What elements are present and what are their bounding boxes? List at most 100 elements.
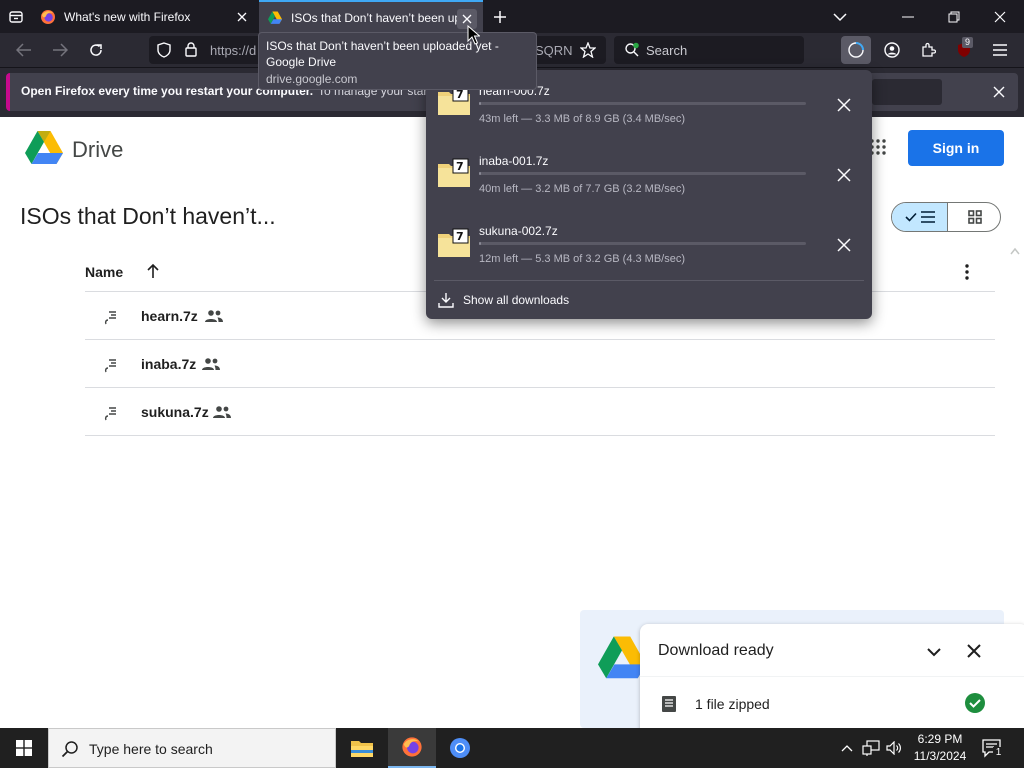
file-name: sukuna.7z — [141, 404, 209, 420]
back-icon[interactable] — [14, 40, 34, 60]
download-item[interactable]: 7 sukuna-002.7z 12m left — 5.3 MB of 3.2… — [426, 216, 872, 286]
tab-title: What's new with Firefox — [64, 9, 191, 24]
download-status: 40m left — 3.2 MB of 7.7 GB (3.2 MB/sec) — [479, 183, 686, 195]
download-progress-bar — [479, 172, 806, 175]
search-bar[interactable]: Search — [614, 36, 804, 64]
download-item[interactable]: 7 inaba-001.7z 40m left — 3.2 MB of 7.7 … — [426, 146, 872, 216]
download-progress-icon — [848, 42, 864, 58]
google-apps-grid-icon[interactable] — [870, 139, 886, 155]
check-icon — [904, 212, 917, 222]
search-bar-placeholder: Search — [646, 43, 688, 58]
lock-icon[interactable] — [185, 42, 197, 57]
svg-text:7: 7 — [456, 230, 464, 243]
new-tab-icon[interactable] — [490, 7, 510, 27]
taskbar-search-box[interactable]: Type here to search — [48, 728, 336, 768]
notification-close-icon[interactable] — [988, 81, 1010, 103]
show-all-downloads-button[interactable]: Show all downloads — [438, 288, 569, 312]
file-name: inaba.7z — [141, 356, 197, 372]
volume-icon[interactable] — [884, 728, 904, 768]
sign-in-button[interactable]: Sign in — [908, 130, 1004, 166]
tab-tooltip: ISOs that Don’t haven’t been uploaded ye… — [258, 32, 537, 90]
tracking-protection-shield-icon[interactable] — [157, 42, 171, 58]
toast-close-icon[interactable] — [966, 643, 982, 659]
forward-icon[interactable] — [50, 40, 70, 60]
tab-title: ISOs that Don’t haven’t been uploaded ye… — [291, 10, 459, 25]
archive-file-icon — [104, 359, 116, 373]
all-tabs-icon[interactable] — [6, 7, 26, 27]
download-ready-title: Download ready — [658, 642, 774, 659]
scroll-up-arrow-icon[interactable] — [1010, 247, 1020, 255]
bookmark-star-icon[interactable] — [578, 40, 598, 60]
column-header-name[interactable]: Name — [85, 264, 123, 280]
archive-file-icon — [104, 407, 116, 421]
download-progress-fill — [479, 102, 481, 105]
chromium-icon — [450, 738, 470, 758]
firefox-icon — [402, 737, 422, 757]
start-button[interactable] — [0, 728, 48, 768]
google-drive-logo[interactable] — [25, 131, 63, 165]
network-icon[interactable] — [860, 728, 882, 768]
ublock-origin-icon[interactable]: 9 — [954, 37, 974, 60]
show-all-downloads-label: Show all downloads — [463, 293, 570, 307]
download-progress-bar — [479, 102, 806, 105]
screen: What's new with Firefox ISOs that Don’t … — [0, 0, 1024, 768]
file-row[interactable]: sukuna.7z — [85, 388, 995, 436]
show-hidden-icons-chevron-icon[interactable] — [838, 728, 856, 768]
downloads-divider — [434, 280, 864, 281]
list-view-button[interactable] — [892, 203, 948, 231]
zip-file-icon — [662, 696, 676, 712]
tooltip-title: ISOs that Don’t haven’t been uploaded ye… — [266, 39, 499, 69]
downloads-button[interactable] — [841, 36, 871, 64]
grid-view-button[interactable] — [948, 203, 1000, 231]
cancel-download-icon[interactable] — [834, 235, 854, 255]
clock-date: 11/3/2024 — [913, 749, 967, 763]
minimize-icon[interactable] — [898, 7, 918, 27]
taskbar-clock[interactable]: 6:29 PM 11/3/2024 — [906, 731, 974, 765]
grid-view-icon — [968, 210, 982, 224]
download-file-name: sukuna-002.7z — [479, 224, 558, 238]
sort-ascending-arrow-icon[interactable] — [146, 263, 160, 279]
firefox-icon — [41, 9, 55, 24]
account-icon[interactable] — [882, 40, 902, 60]
view-toggle — [891, 202, 1001, 232]
hamburger-menu-icon[interactable] — [990, 40, 1010, 60]
collapse-chevron-icon[interactable] — [926, 644, 942, 660]
restore-icon[interactable] — [944, 7, 964, 27]
taskbar-firefox[interactable] — [388, 728, 436, 768]
cancel-download-icon[interactable] — [834, 165, 854, 185]
list-view-icon — [920, 211, 935, 223]
taskbar-file-explorer[interactable] — [338, 728, 386, 768]
notification-count-badge: 1 — [993, 747, 1004, 759]
download-progress-fill — [479, 172, 481, 175]
notification-action-button[interactable] — [872, 79, 942, 105]
taskbar-chromium[interactable] — [436, 728, 484, 768]
more-options-vertical-icon[interactable] — [960, 263, 974, 281]
tab-whats-new[interactable]: What's new with Firefox — [32, 0, 258, 33]
tooltip-domain: drive.google.com — [266, 72, 358, 86]
download-arrow-icon — [438, 293, 454, 308]
tab-close-icon[interactable] — [232, 7, 252, 27]
window-close-icon[interactable] — [990, 7, 1010, 27]
7z-archive-icon: 7 — [438, 158, 470, 187]
success-check-icon — [965, 693, 985, 713]
extension-badge: 9 — [962, 37, 974, 48]
download-progress-fill — [479, 242, 481, 245]
taskbar-search-placeholder: Type here to search — [89, 741, 213, 757]
download-file-name: inaba-001.7z — [479, 154, 549, 168]
extensions-icon[interactable] — [918, 40, 938, 60]
search-icon — [61, 741, 78, 758]
google-drive-icon — [268, 11, 282, 24]
svg-text:7: 7 — [456, 160, 464, 173]
search-engine-icon — [625, 42, 639, 57]
file-row[interactable]: inaba.7z — [85, 340, 995, 388]
shared-people-icon — [205, 310, 223, 322]
folder-title[interactable]: ISOs that Don’t haven’t... — [20, 203, 276, 230]
list-all-tabs-chevron-icon[interactable] — [830, 7, 850, 27]
windows-taskbar: Type here to search 6:29 PM 11/3/2024 1 — [0, 728, 1024, 768]
reload-icon[interactable] — [86, 40, 106, 60]
action-center-icon[interactable]: 1 — [980, 736, 1004, 760]
tab-google-drive[interactable]: ISOs that Don’t haven’t been uploaded ye… — [259, 0, 483, 33]
cancel-download-icon[interactable] — [834, 95, 854, 115]
7z-archive-icon: 7 — [438, 228, 470, 257]
download-status: 12m left — 5.3 MB of 3.2 GB (4.3 MB/sec) — [479, 253, 686, 265]
